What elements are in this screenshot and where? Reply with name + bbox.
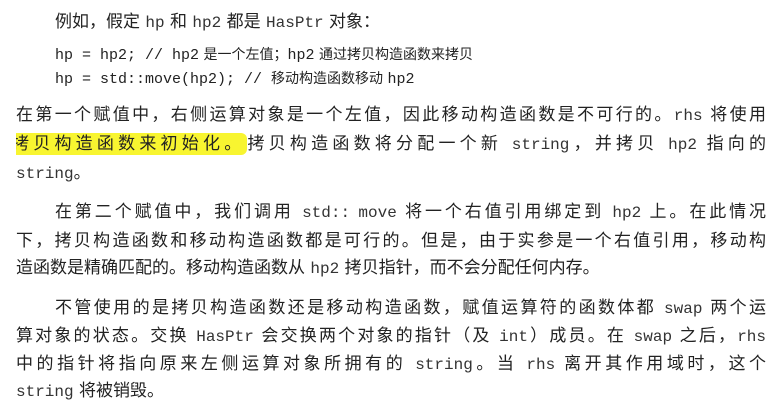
inline-code: hp = hp2; // bbox=[55, 47, 173, 64]
paragraph-line: 不管使用的是拷贝构造函数还是移动构造函数，赋值运算符的函数体都 swap 两个运 bbox=[55, 297, 766, 319]
text-segment: ，并拷贝 bbox=[569, 134, 669, 154]
paragraph-line: 造函数是精确匹配的。移动构造函数从 hp2 拷贝指针，而不会分配任何内存。 bbox=[16, 257, 600, 280]
inline-code: hp bbox=[145, 14, 165, 32]
text-segment: 将一个右值引用绑定到 bbox=[396, 202, 613, 222]
text-segment: 。 bbox=[73, 163, 91, 183]
inline-code: hp2 bbox=[668, 136, 697, 154]
inline-code: rhs bbox=[526, 356, 556, 374]
paragraph-line: string 将被销毁。 bbox=[16, 380, 164, 403]
inline-code: swap bbox=[664, 300, 703, 318]
text-segment: 移动构造函数移动 bbox=[271, 71, 388, 87]
inline-code: HasPtr bbox=[196, 328, 254, 346]
code-line: hp = hp2; // hp2 是一个左值；hp2 通过拷贝构造函数来拷贝 bbox=[55, 44, 473, 67]
highlighted-text: 拷贝构造函数来初始化。 bbox=[16, 133, 248, 155]
inline-code: hp2 bbox=[612, 204, 642, 222]
text-segment: 之后， bbox=[672, 326, 738, 346]
inline-code: std:: bbox=[302, 204, 351, 222]
text-segment: 将被销毁。 bbox=[73, 381, 165, 401]
text-segment: 会交换两个对象的指针（及 bbox=[253, 326, 500, 346]
inline-code: swap bbox=[633, 328, 673, 346]
inline-code: hp2 bbox=[387, 71, 415, 88]
text-segment: 对象： bbox=[323, 12, 381, 32]
inline-code: string bbox=[511, 136, 570, 154]
paragraph-line: 中的指针将指向原来左侧运算对象所拥有的 string。当 rhs 离开其作用域时… bbox=[16, 353, 766, 375]
inline-code: rhs bbox=[737, 328, 766, 346]
paragraph-line: 在第一个赋值中，右侧运算对象是一个左值，因此移动构造函数是不可行的。rhs 将使… bbox=[16, 104, 766, 126]
inline-code: int bbox=[499, 328, 528, 346]
text-segment: 上。在此情况 bbox=[641, 202, 766, 222]
inline-code: string bbox=[415, 356, 473, 374]
text-segment: 例如，假定 bbox=[55, 12, 146, 32]
inline-code: move bbox=[358, 204, 397, 222]
inline-code: hp2 bbox=[287, 47, 315, 64]
text-segment: 是一个左值； bbox=[199, 47, 288, 63]
paragraph-line: 拷贝构造函数来初始化。 拷贝构造函数将分配一个新 string，并拷贝 hp2 指… bbox=[16, 133, 766, 155]
paragraph-line: string。 bbox=[16, 162, 91, 185]
text-segment: 拷贝指针，而不会分配任何内存。 bbox=[339, 258, 600, 278]
text-segment: 中的指针将指向原来左侧运算对象所拥有的 bbox=[16, 354, 416, 374]
text-segment: 将使用 bbox=[702, 105, 766, 125]
text-segment: 通过拷贝构造函数来拷贝 bbox=[314, 47, 473, 63]
paragraph-line: 在第二个赋值中，我们调用 std:: move 将一个右值引用绑定到 hp2 上… bbox=[55, 201, 766, 223]
text-segment: 算对象的状态。交换 bbox=[16, 326, 197, 346]
inline-code: HasPtr bbox=[266, 14, 324, 32]
inline-code: hp = std::move(hp2); // bbox=[55, 71, 272, 88]
inline-code: hp2 bbox=[192, 14, 222, 32]
intro-line: 例如，假定 hp 和 hp2 都是 HasPtr 对象： bbox=[55, 11, 380, 34]
paragraph-line: 算对象的状态。交换 HasPtr 会交换两个对象的指针（及 int）成员。在 s… bbox=[16, 325, 766, 347]
text-segment: 指向的 bbox=[696, 134, 766, 154]
text-segment: 造函数是精确匹配的。移动构造函数从 bbox=[16, 258, 311, 278]
inline-code: rhs bbox=[673, 107, 703, 125]
text-segment: 离开其作用域时，这个 bbox=[555, 354, 766, 374]
text-segment: 在第一个赋值中，右侧运算对象是一个左值，因此移动构造函数是不可行的。 bbox=[16, 105, 674, 125]
text-segment: 在第二个赋值中，我们调用 bbox=[55, 202, 303, 222]
text-segment: 都是 bbox=[221, 12, 267, 32]
text-segment: 两个运 bbox=[702, 298, 766, 318]
text-segment: ）成员。在 bbox=[527, 326, 634, 346]
code-line: hp = std::move(hp2); // 移动构造函数移动 hp2 bbox=[55, 68, 415, 91]
text-segment: 和 bbox=[164, 12, 193, 32]
inline-code: string bbox=[16, 383, 74, 401]
text-segment: 下，拷贝构造函数和移动构造函数都是可行的。但是，由于实参是一个右值引用，移动构 bbox=[16, 231, 766, 251]
inline-code: hp2 bbox=[172, 47, 200, 64]
text-segment: 不管使用的是拷贝构造函数还是移动构造函数，赋值运算符的函数体都 bbox=[55, 298, 665, 318]
paragraph-line: 下，拷贝构造函数和移动构造函数都是可行的。但是，由于实参是一个右值引用，移动构 bbox=[16, 230, 766, 252]
text-segment: 。当 bbox=[472, 354, 527, 374]
inline-code: string bbox=[16, 165, 74, 183]
inline-code: hp2 bbox=[310, 260, 340, 278]
text-segment: 拷贝构造函数将分配一个新 bbox=[247, 134, 512, 154]
